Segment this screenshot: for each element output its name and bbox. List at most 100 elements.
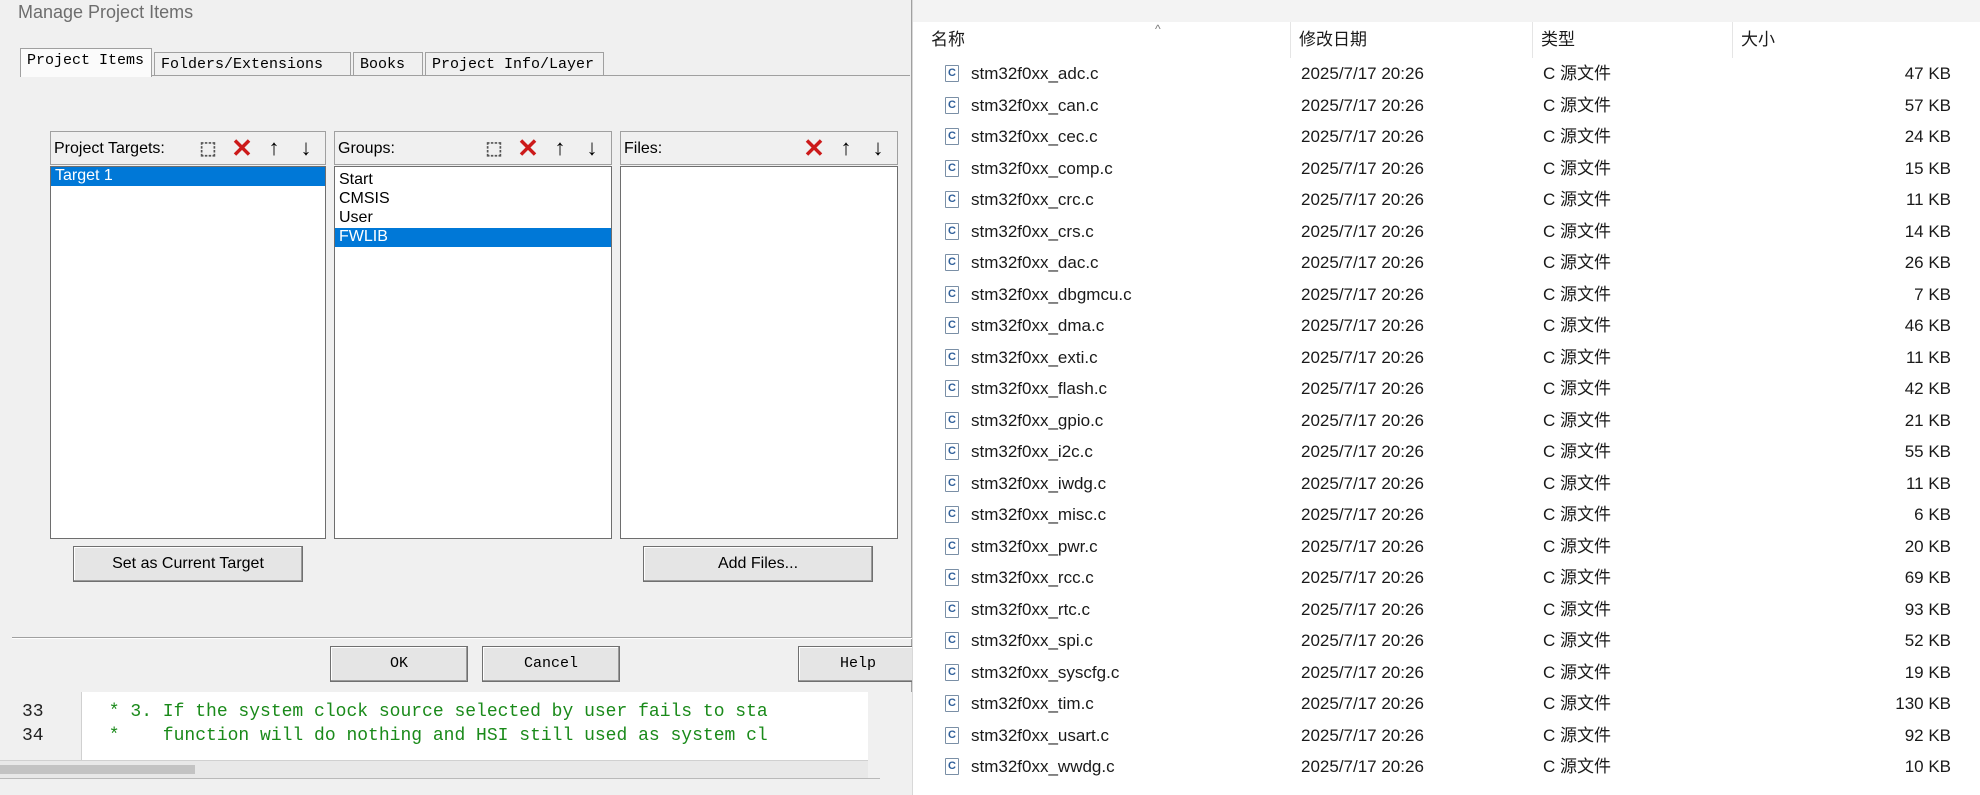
file-name[interactable]: stm32f0xx_flash.c [971,373,1107,404]
group-item-user[interactable]: User [335,209,611,228]
groups-list[interactable]: Start CMSIS User FWLIB [334,166,612,539]
file-name[interactable]: stm32f0xx_adc.c [971,58,1099,89]
group-item-fwlib[interactable]: FWLIB [335,228,611,247]
file-name[interactable]: stm32f0xx_misc.c [971,499,1106,530]
file-row[interactable]: Cstm32f0xx_wwdg.c 2025/7/17 20:26 C 源文件 10 … [923,751,1971,782]
file-size: 10 KB [1904,757,1951,776]
move-file-down-icon[interactable]: ↓ [863,133,893,163]
files-list[interactable] [620,166,898,539]
groups-header: Groups: ⬚ ✕ ↑ ↓ [334,131,612,165]
move-group-down-icon[interactable]: ↓ [577,133,607,163]
column-header-size[interactable]: 大小 [1733,22,1871,58]
dialog-title: Manage Project Items [18,2,194,22]
file-row[interactable]: Cstm32f0xx_pwr.c 2025/7/17 20:26 C 源文件 20 K… [923,531,1971,562]
c-source-file-icon: C [945,380,959,397]
file-row[interactable]: Cstm32f0xx_dma.c 2025/7/17 20:26 C 源文件 46 K… [923,310,1971,341]
tab-project-info-layer[interactable]: Project Info/Layer [425,52,604,76]
file-row[interactable]: Cstm32f0xx_dbgmcu.c 2025/7/17 20:26 C 源文件 7… [923,279,1971,310]
file-modified-date: 2025/7/17 20:26 [1301,64,1424,83]
file-row[interactable]: Cstm32f0xx_can.c 2025/7/17 20:26 C 源文件 57 K… [923,90,1971,121]
file-type: C 源文件 [1543,347,1611,367]
file-name[interactable]: stm32f0xx_i2c.c [971,436,1093,467]
file-row[interactable]: Cstm32f0xx_rtc.c 2025/7/17 20:26 C 源文件 93 K… [923,594,1971,625]
file-name[interactable]: stm32f0xx_pwr.c [971,531,1098,562]
file-type: C 源文件 [1543,725,1611,745]
help-button[interactable]: Help [798,646,918,682]
tab-project-items[interactable]: Project Items [20,48,152,77]
delete-file-icon[interactable]: ✕ [799,133,829,163]
file-row[interactable]: Cstm32f0xx_usart.c 2025/7/17 20:26 C 源文件 92… [923,720,1971,751]
delete-group-icon[interactable]: ✕ [513,133,543,163]
file-name[interactable]: stm32f0xx_spi.c [971,625,1093,656]
set-as-current-target-button[interactable]: Set as Current Target [73,546,303,582]
file-name[interactable]: stm32f0xx_crs.c [971,216,1094,247]
file-name[interactable]: stm32f0xx_exti.c [971,342,1098,373]
file-row[interactable]: Cstm32f0xx_comp.c 2025/7/17 20:26 C 源文件 15 … [923,153,1971,184]
file-row[interactable]: Cstm32f0xx_syscfg.c 2025/7/17 20:26 C 源文件 1… [923,657,1971,688]
move-target-down-icon[interactable]: ↓ [291,133,321,163]
file-name[interactable]: stm32f0xx_iwdg.c [971,468,1106,499]
code-line[interactable]: * 3. If the system clock source selected… [98,702,768,722]
c-source-file-icon: C [945,600,959,618]
file-row[interactable]: Cstm32f0xx_dac.c 2025/7/17 20:26 C 源文件 26 K… [923,247,1971,278]
file-size: 6 KB [1914,505,1951,524]
file-name[interactable]: stm32f0xx_syscfg.c [971,657,1119,688]
c-source-file-icon: C [945,695,959,712]
file-type: C 源文件 [1543,127,1611,146]
file-row[interactable]: Cstm32f0xx_gpio.c 2025/7/17 20:26 C 源文件 21 … [923,405,1971,436]
code-line[interactable]: * function will do nothing and HSI still… [98,726,768,746]
file-name[interactable]: stm32f0xx_wwdg.c [971,751,1115,782]
column-header-name[interactable]: 名称 ^ [923,22,1291,58]
cancel-button[interactable]: Cancel [482,646,620,682]
ok-button[interactable]: OK [330,646,468,682]
file-name[interactable]: stm32f0xx_comp.c [971,153,1113,184]
move-target-up-icon[interactable]: ↑ [259,133,289,163]
file-name[interactable]: stm32f0xx_dbgmcu.c [971,279,1132,310]
file-name[interactable]: stm32f0xx_rcc.c [971,562,1094,593]
file-name[interactable]: stm32f0xx_tim.c [971,688,1094,719]
file-row[interactable]: Cstm32f0xx_tim.c 2025/7/17 20:26 C 源文件 130 … [923,688,1971,719]
file-name[interactable]: stm32f0xx_cec.c [971,121,1098,152]
explorer-vertical-scrollbar[interactable] [1960,22,1980,795]
move-file-up-icon[interactable]: ↑ [831,133,861,163]
file-row[interactable]: Cstm32f0xx_crs.c 2025/7/17 20:26 C 源文件 14 K… [923,216,1971,247]
file-name[interactable]: stm32f0xx_usart.c [971,720,1109,751]
file-row[interactable]: Cstm32f0xx_i2c.c 2025/7/17 20:26 C 源文件 55 K… [923,436,1971,467]
tab-folders-extensions[interactable]: Folders/Extensions [154,52,351,76]
file-row[interactable]: Cstm32f0xx_flash.c 2025/7/17 20:26 C 源文件 42… [923,373,1971,404]
editor-horizontal-scrollbar[interactable] [0,760,868,778]
target-item[interactable]: Target 1 [51,167,325,186]
add-files-button[interactable]: Add Files... [643,546,873,582]
file-name[interactable]: stm32f0xx_gpio.c [971,405,1103,436]
column-header-type[interactable]: 类型 [1533,22,1733,58]
file-modified-date: 2025/7/17 20:26 [1301,694,1424,713]
new-target-icon[interactable]: ⬚ [193,133,223,163]
file-row[interactable]: Cstm32f0xx_exti.c 2025/7/17 20:26 C 源文件 11 … [923,342,1971,373]
file-row[interactable]: Cstm32f0xx_crc.c 2025/7/17 20:26 C 源文件 11 K… [923,184,1971,215]
file-row[interactable]: Cstm32f0xx_rcc.c 2025/7/17 20:26 C 源文件 69 K… [923,562,1971,593]
file-name[interactable]: stm32f0xx_dma.c [971,310,1104,341]
file-row[interactable]: Cstm32f0xx_misc.c 2025/7/17 20:26 C 源文件 6 K… [923,499,1971,530]
file-modified-date: 2025/7/17 20:26 [1301,410,1424,430]
file-name[interactable]: stm32f0xx_crc.c [971,184,1094,215]
file-type: C 源文件 [1543,631,1611,650]
file-size: 130 KB [1895,694,1951,713]
scrollbar-thumb[interactable] [0,765,195,774]
project-targets-list[interactable]: Target 1 [50,166,326,539]
group-item-cmsis[interactable]: CMSIS [335,190,611,209]
group-item-start[interactable]: Start [335,171,611,190]
file-row[interactable]: Cstm32f0xx_adc.c 2025/7/17 20:26 C 源文件 47 K… [923,58,1971,89]
file-name[interactable]: stm32f0xx_can.c [971,90,1099,121]
delete-target-icon[interactable]: ✕ [227,133,257,163]
file-row[interactable]: Cstm32f0xx_spi.c 2025/7/17 20:26 C 源文件 52 K… [923,625,1971,656]
file-row[interactable]: Cstm32f0xx_iwdg.c 2025/7/17 20:26 C 源文件 11 … [923,468,1971,499]
tab-books[interactable]: Books [353,52,423,76]
c-source-file-icon: C [945,569,959,586]
move-group-up-icon[interactable]: ↑ [545,133,575,163]
file-row[interactable]: Cstm32f0xx_cec.c 2025/7/17 20:26 C 源文件 24 K… [923,121,1971,152]
file-size: 26 KB [1904,253,1951,272]
column-header-date[interactable]: 修改日期 [1291,22,1533,58]
new-group-icon[interactable]: ⬚ [479,133,509,163]
file-name[interactable]: stm32f0xx_rtc.c [971,594,1090,625]
file-name[interactable]: stm32f0xx_dac.c [971,247,1099,278]
